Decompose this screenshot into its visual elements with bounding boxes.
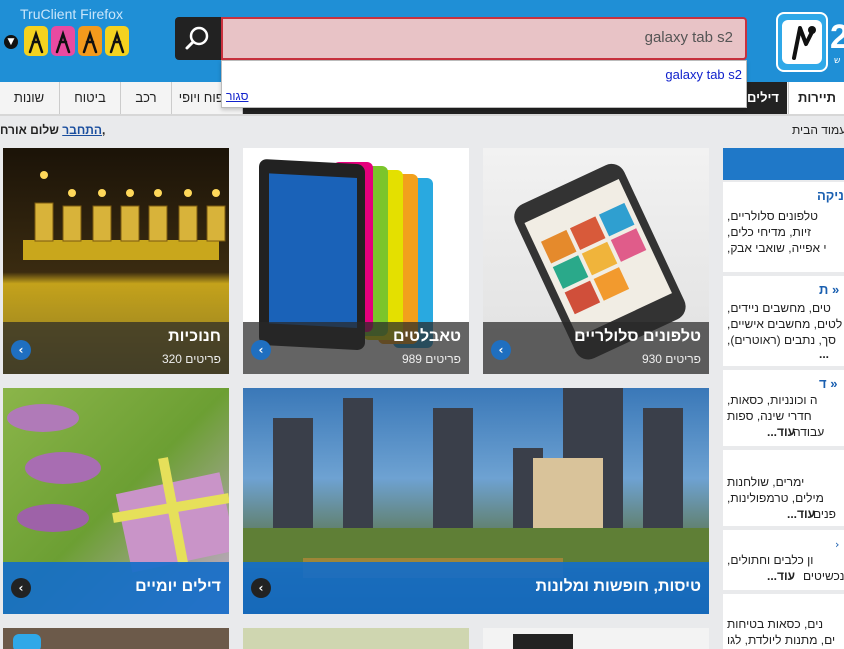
tile-caption: דילים יומיים ‹ <box>3 562 229 614</box>
sidebar-category[interactable]: נים, כסאות בטיחות ים, מתנות ליולדת, לגו <box>723 594 844 649</box>
sidebar-category[interactable]: ון כלבים וחתולים, נכשיטים עוד... › <box>723 530 844 590</box>
tile-hanukkah-menorahs[interactable]: חנוכיות 320 פריטים ‹ <box>3 148 229 374</box>
site-logo-subtitle: ש <box>834 56 841 66</box>
search-icon <box>185 26 209 50</box>
chevron-left-icon[interactable]: ‹ <box>491 340 511 360</box>
sidebar-line: עבודה <box>793 425 825 439</box>
tile-count: 320 פריטים <box>161 352 221 366</box>
sidebar-line: ה וכונניות, כסאות, <box>727 393 818 407</box>
sidebar-line: ון כלבים וחתולים, <box>727 553 814 567</box>
sidebar-line: נים, כסאות בטיחות <box>727 617 823 631</box>
site-logo-number: 2 <box>830 18 844 56</box>
sidebar-line: חדרי שינה, ספות <box>727 409 812 423</box>
tile-daily-deals[interactable]: דילים יומיים ‹ <box>3 388 229 614</box>
sidebar-line: נכשיטים <box>803 569 844 583</box>
sidebar-category[interactable]: ניקה » טלפונים סלולריים, זיות, מדיחי כלי… <box>723 182 844 272</box>
sidebar-line: פנים <box>813 507 837 521</box>
tile-mobile-phones[interactable]: טלפונים סלולריים 930 פריטים ‹ <box>483 148 709 374</box>
sidebar-header <box>723 148 844 180</box>
tile-count: 930 פריטים <box>641 352 701 366</box>
tile-title: טאבלטים <box>392 328 461 345</box>
sidebar-more-link[interactable]: עוד... <box>767 424 795 440</box>
chevron-left-icon[interactable]: ‹ <box>11 340 31 360</box>
sidebar-category-title[interactable]: ת » <box>819 282 839 297</box>
chevron-left-icon[interactable]: ‹ <box>251 578 271 598</box>
tile-title: טלפונים סלולריים <box>574 328 701 345</box>
product-image <box>513 634 573 649</box>
tile-title: טיסות, חופשות ומלונות <box>535 578 701 595</box>
breadcrumb[interactable]: עמוד הבית <box>792 123 844 137</box>
nav-item-insurance[interactable]: ביטוח <box>59 82 120 114</box>
autocomplete-dropdown: galaxy tab s2 סגור <box>221 60 747 108</box>
tile-caption: חנוכיות 320 פריטים ‹ <box>3 322 229 374</box>
site-logo[interactable] <box>776 12 828 72</box>
sidebar-line: י אפייה, שואבי אבק, <box>727 241 827 255</box>
tile-count: 989 פריטים <box>401 352 461 366</box>
sidebar-line: זיות, מדיחי כלים, <box>727 225 811 239</box>
sidebar-category[interactable]: ימרים, שולחנות מילים, טרמפולינות, פנים ע… <box>723 450 844 526</box>
nav-item-tourism[interactable]: תיירות <box>788 82 844 114</box>
sidebar-more-link[interactable]: עוד... <box>767 568 795 584</box>
tile-caption: טלפונים סלולריים 930 פריטים ‹ <box>483 322 709 374</box>
nav-item-car[interactable]: רכב <box>120 82 171 114</box>
sidebar-category[interactable]: ד » ה וכונניות, כסאות, חדרי שינה, ספות ע… <box>723 370 844 446</box>
user-greeting: התחבר שלום אורח, <box>0 123 105 137</box>
tile-row3-b[interactable] <box>243 628 469 649</box>
sidebar-line: טים, מחשבים ניידים, <box>727 301 831 315</box>
search-button[interactable] <box>175 17 221 60</box>
truclient-logo <box>24 26 129 56</box>
chevron-left-icon[interactable]: ‹ <box>11 578 31 598</box>
tile-flights-vacations[interactable]: טיסות, חופשות ומלונות ‹ <box>243 388 709 614</box>
tile-tablets[interactable]: טאבלטים 989 פריטים ‹ <box>243 148 469 374</box>
sidebar-more-link[interactable]: עוד... <box>787 506 815 522</box>
app-icon <box>13 634 41 649</box>
tile-title: חנוכיות <box>168 328 221 345</box>
sidebar-more-link[interactable]: ... <box>819 346 829 362</box>
tile-title: דילים יומיים <box>135 578 221 595</box>
sidebar-line: לטים, מחשבים אישיים, <box>727 317 843 331</box>
tile-row3-a[interactable] <box>3 628 229 649</box>
sidebar-category[interactable]: ת » טים, מחשבים ניידים, לטים, מחשבים איש… <box>723 276 844 366</box>
sidebar-category-title[interactable]: ניקה » <box>817 188 844 203</box>
sidebar-line: ימרים, שולחנות <box>727 475 805 489</box>
chevron-down-icon[interactable]: ▼ <box>4 35 18 49</box>
tile-caption: טיסות, חופשות ומלונות ‹ <box>243 562 709 614</box>
autocomplete-close-link[interactable]: סגור <box>226 89 248 103</box>
sidebar-line: ים, מתנות ליולדת, לגו <box>727 633 836 647</box>
tile-row3-c[interactable] <box>483 628 709 649</box>
search-input-value: galaxy tab s2 <box>644 29 733 46</box>
login-link[interactable]: התחבר <box>62 123 102 137</box>
sidebar-category-title[interactable]: ד » <box>819 376 837 391</box>
chevron-left-icon[interactable]: ‹ <box>251 340 271 360</box>
search-input[interactable]: galaxy tab s2 <box>221 17 747 60</box>
tile-caption: טאבלטים 989 פריטים ‹ <box>243 322 469 374</box>
site-logo-icon <box>782 20 822 64</box>
browser-title: TruClient Firefox <box>20 6 123 22</box>
autocomplete-suggestion[interactable]: galaxy tab s2 <box>665 67 742 82</box>
chevron-right-icon[interactable]: › <box>835 538 839 551</box>
sidebar-line: טלפונים סלולריים, <box>727 209 818 223</box>
nav-item-misc[interactable]: שונות <box>0 82 58 114</box>
sidebar-line: מילים, טרמפולינות, <box>727 491 824 505</box>
